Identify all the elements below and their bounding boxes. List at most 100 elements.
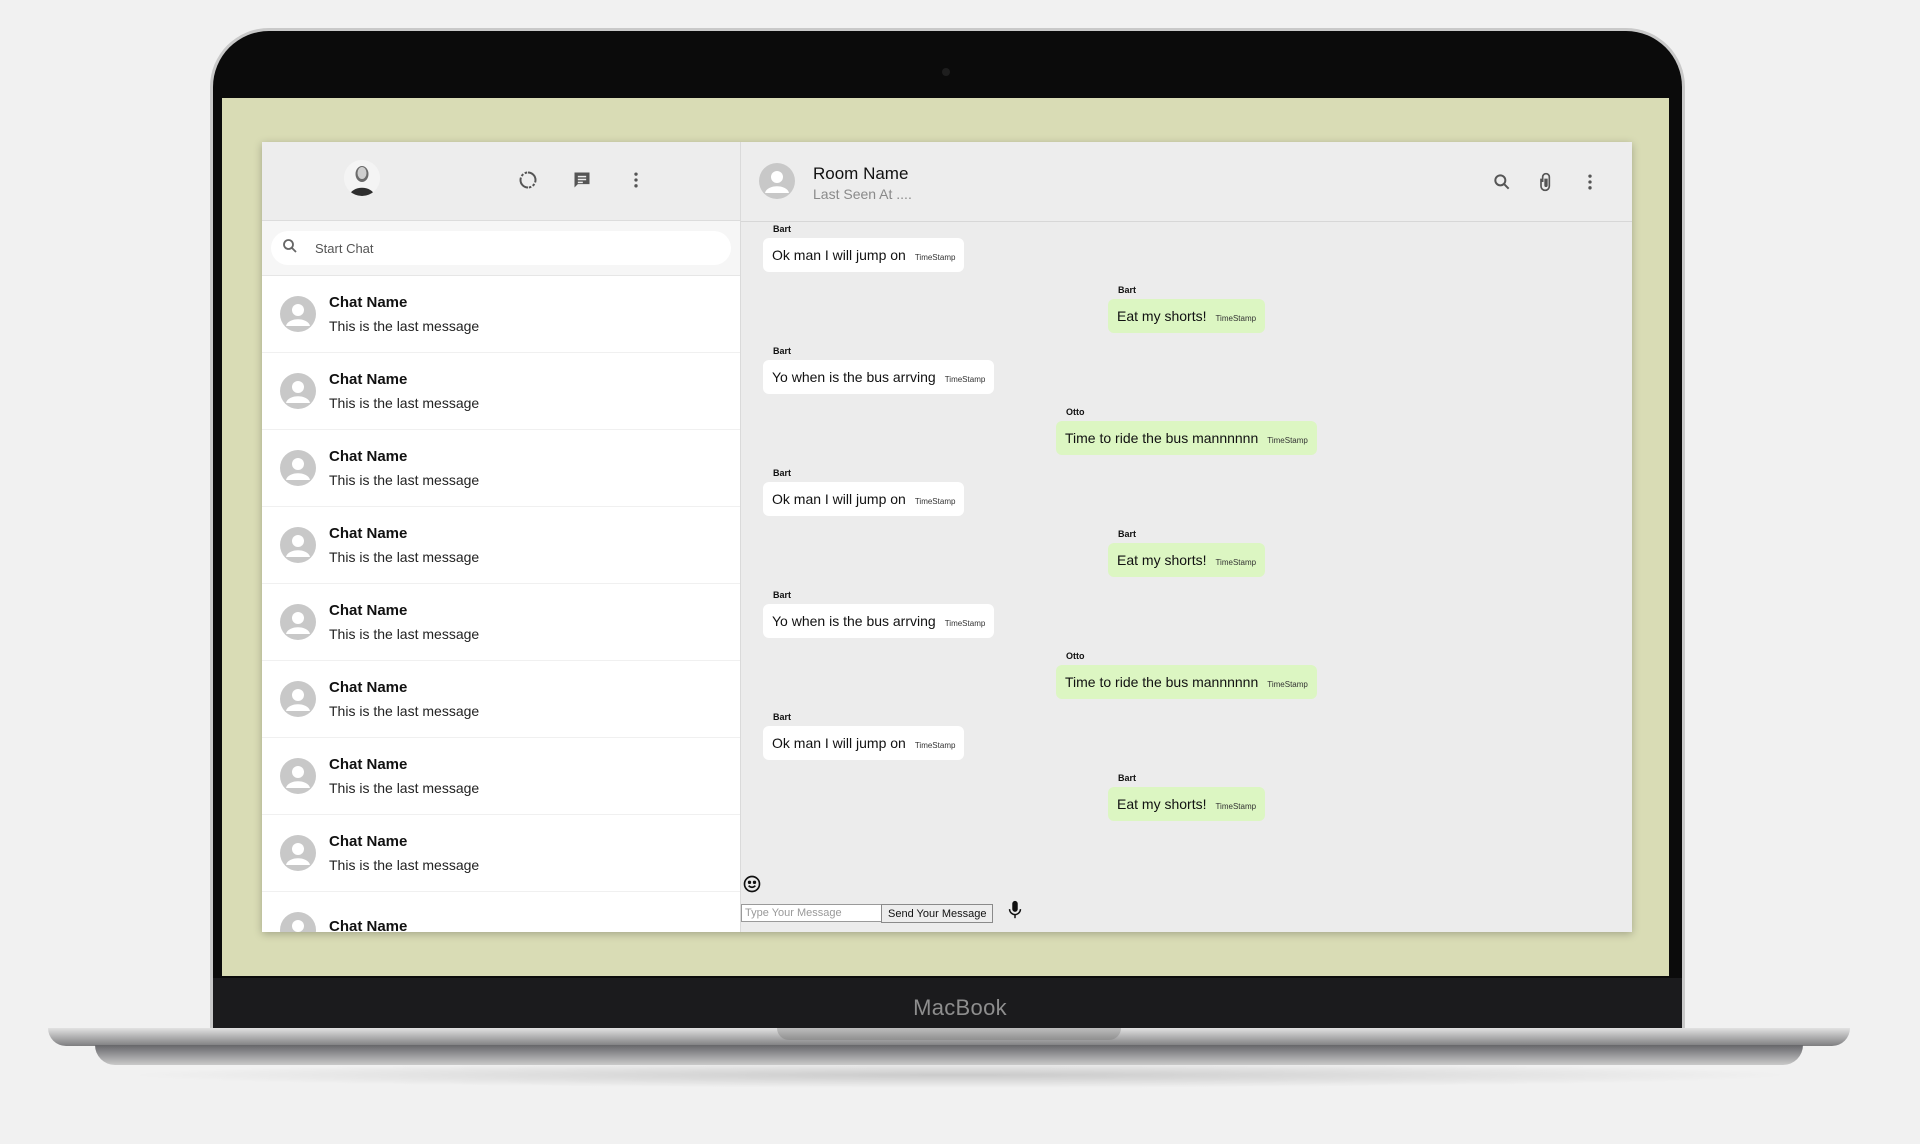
chat-name: Chat Name xyxy=(329,679,408,696)
chat-avatar xyxy=(280,527,316,563)
search-container xyxy=(271,231,731,265)
message-timestamp: TimeStamp xyxy=(1215,314,1257,323)
chat-list-item[interactable]: Chat Name This is the last message xyxy=(262,738,740,815)
message-text: Ok man I will jump on xyxy=(772,491,906,507)
received-message: Bart Ok man I will jump on TimeStamp xyxy=(763,712,965,760)
mic-icon[interactable] xyxy=(1007,900,1023,925)
chat-last-message: This is the last message xyxy=(329,549,480,565)
sent-message: Otto Time to ride the bus mannnnnn TimeSta… xyxy=(1056,651,1317,699)
more-vert-icon[interactable] xyxy=(624,168,648,192)
chat-list-item[interactable]: Chat Name This is the last message xyxy=(262,276,740,353)
message-timestamp: TimeStamp xyxy=(914,741,956,750)
chat-header-icons xyxy=(1490,170,1602,194)
search-icon xyxy=(281,237,299,260)
received-message: Bart Yo when is the bus arrving TimeStamp xyxy=(763,590,995,638)
chat-avatar xyxy=(280,681,316,717)
message-sender: Bart xyxy=(1118,529,1137,539)
send-button[interactable]: Send Your Message xyxy=(881,904,994,923)
chat-last-message: This is the last message xyxy=(329,318,480,334)
sent-message: Bart Eat my shorts! TimeStamp xyxy=(1108,529,1266,577)
chat-name: Chat Name xyxy=(329,371,408,388)
chat-name: Chat Name xyxy=(329,756,408,773)
chat-panel: Room Name Last Seen At .... Bart Ok man … xyxy=(741,142,1632,932)
attach-icon[interactable] xyxy=(1534,170,1558,194)
message-sender: Bart xyxy=(1118,773,1137,783)
message-timestamp: TimeStamp xyxy=(914,253,956,262)
chat-text: Chat Name This is the last message xyxy=(329,833,479,873)
chat-list-item[interactable]: Chat Name This is the last message xyxy=(262,815,740,892)
message-bubble: Eat my shorts! TimeStamp xyxy=(1108,787,1266,821)
chat-name: Chat Name xyxy=(329,448,408,465)
chat-text: Chat Name This is the last message xyxy=(329,448,479,488)
chat-list-item[interactable]: Chat Name This is the last message xyxy=(262,430,740,507)
message-list: Bart Ok man I will jump on TimeStamp Bart Ea… xyxy=(741,222,1632,932)
message-text: Time to ride the bus mannnnnn xyxy=(1065,674,1259,690)
message-text: Eat my shorts! xyxy=(1117,552,1207,568)
message-input[interactable] xyxy=(741,904,885,922)
chat-text: Chat Name This is the last message xyxy=(329,525,479,565)
chat-list-item[interactable]: Chat Name This is the last message xyxy=(262,584,740,661)
chat-avatar xyxy=(280,373,316,409)
chat-text: Chat Name This is the last message xyxy=(329,756,479,796)
chat-avatar xyxy=(280,604,316,640)
sent-message: Otto Time to ride the bus mannnnnn TimeSta… xyxy=(1056,407,1317,455)
message-bubble: Time to ride the bus mannnnnn TimeStamp xyxy=(1056,665,1317,699)
laptop-brand: MacBook xyxy=(913,995,1007,1020)
chat-avatar xyxy=(280,296,316,332)
sent-message: Bart Eat my shorts! TimeStamp xyxy=(1108,285,1266,333)
sidebar-header-icons xyxy=(516,168,648,192)
message-timestamp: TimeStamp xyxy=(1267,680,1308,689)
message-sender: Bart xyxy=(773,224,792,234)
chat-list-item[interactable]: Chat Name This is the last message xyxy=(262,661,740,738)
search-bar xyxy=(262,221,740,276)
search-icon[interactable] xyxy=(1490,170,1514,194)
message-sender: Otto xyxy=(1066,651,1085,661)
chat-list-item[interactable]: Chat Name This is the last message xyxy=(262,353,740,430)
laptop-shadow xyxy=(120,1062,1800,1088)
chat-name: Chat Name xyxy=(329,918,408,932)
chat-last-message: This is the last message xyxy=(329,780,480,796)
chat-name: Chat Name xyxy=(329,833,408,850)
chat-list-item[interactable]: Chat Name This is the last message xyxy=(262,507,740,584)
room-last-seen: Last Seen At .... xyxy=(813,186,912,202)
message-bubble: Yo when is the bus arrving TimeStamp xyxy=(763,604,995,638)
laptop-notch xyxy=(777,1028,1121,1040)
room-avatar[interactable] xyxy=(759,163,795,199)
user-avatar[interactable] xyxy=(344,160,380,196)
message-bubble: Ok man I will jump on TimeStamp xyxy=(763,238,965,272)
chat-name: Chat Name xyxy=(329,602,408,619)
message-timestamp: TimeStamp xyxy=(1215,558,1257,567)
room-name: Room Name xyxy=(813,164,909,183)
chat-app: Chat Name This is the last message Chat Na… xyxy=(262,142,1632,932)
message-text: Yo when is the bus arrving xyxy=(772,369,936,385)
message-bubble: Ok man I will jump on TimeStamp xyxy=(763,726,965,760)
message-sender: Otto xyxy=(1066,407,1085,417)
status-icon[interactable] xyxy=(516,168,540,192)
chat-header: Room Name Last Seen At .... xyxy=(741,142,1632,222)
more-vert-icon[interactable] xyxy=(1578,170,1602,194)
message-text: Ok man I will jump on xyxy=(772,247,906,263)
received-message: Bart Ok man I will jump on TimeStamp xyxy=(763,468,965,516)
message-text: Time to ride the bus mannnnnn xyxy=(1065,430,1259,446)
received-message: Bart Yo when is the bus arrving TimeStamp xyxy=(763,346,995,394)
chat-last-message: This is the last message xyxy=(329,626,480,642)
chat-text: Chat Name This is the last message xyxy=(329,602,479,642)
chat-avatar xyxy=(280,450,316,486)
chat-name: Chat Name xyxy=(329,294,408,311)
search-input[interactable] xyxy=(313,239,677,257)
message-timestamp: TimeStamp xyxy=(944,375,986,384)
chat-text: Chat Name This is the last message xyxy=(329,371,479,411)
emoji-icon[interactable] xyxy=(742,874,762,899)
sidebar-header xyxy=(262,142,740,221)
received-message: Bart Ok man I will jump on TimeStamp xyxy=(763,224,965,272)
screen: Chat Name This is the last message Chat Na… xyxy=(222,98,1669,976)
message-timestamp: TimeStamp xyxy=(1215,802,1257,811)
message-bubble: Eat my shorts! TimeStamp xyxy=(1108,543,1266,577)
chat-avatar xyxy=(280,758,316,794)
chat-last-message: This is the last message xyxy=(329,395,480,411)
new-chat-icon[interactable] xyxy=(570,168,594,192)
message-bubble: Ok man I will jump on TimeStamp xyxy=(763,482,965,516)
chat-list-item[interactable]: Chat Name xyxy=(262,892,740,932)
message-sender: Bart xyxy=(773,712,792,722)
message-timestamp: TimeStamp xyxy=(914,497,956,506)
